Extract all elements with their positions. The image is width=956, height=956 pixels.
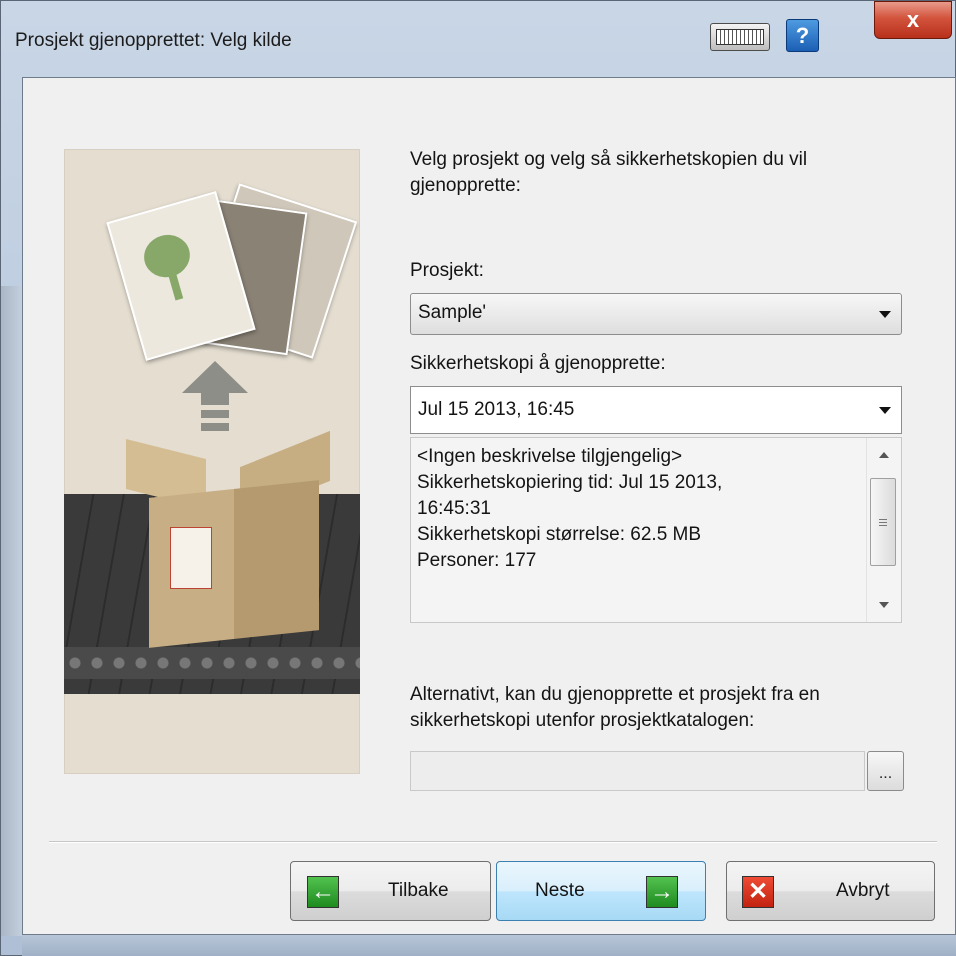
window-edge xyxy=(1,286,22,936)
backup-dropdown[interactable]: Jul 15 2013, 16:45 xyxy=(410,386,902,434)
up-arrow-icon xyxy=(182,361,248,393)
scroll-up-icon[interactable] xyxy=(879,452,889,458)
next-button[interactable]: Neste → xyxy=(496,861,706,921)
window-bottom-border xyxy=(22,935,956,956)
next-label: Neste xyxy=(535,880,585,901)
description-line: Sikkerhetskopiering tid: Jul 15 2013, xyxy=(417,472,723,493)
close-button[interactable]: x xyxy=(874,1,952,39)
project-dropdown[interactable]: Sample' xyxy=(410,293,902,335)
separator xyxy=(49,841,937,843)
scroll-down-icon[interactable] xyxy=(879,602,889,608)
arrow-left-icon: ← xyxy=(307,876,339,908)
back-label: Tilbake xyxy=(388,880,449,901)
tree-icon xyxy=(139,229,195,283)
arrow-right-icon: → xyxy=(646,876,678,908)
backup-description[interactable]: <Ingen beskrivelse tilgjengelig> Sikkerh… xyxy=(410,437,902,623)
help-button[interactable]: ? xyxy=(786,19,819,52)
cancel-label: Avbryt xyxy=(836,880,890,901)
description-line: 16:45:31 xyxy=(417,498,491,519)
chevron-down-icon xyxy=(879,407,891,414)
vertical-scrollbar[interactable] xyxy=(866,438,901,622)
backup-value: Jul 15 2013, 16:45 xyxy=(418,399,575,420)
backup-path-input[interactable] xyxy=(410,751,865,791)
dialog-window: Prosjekt gjenopprettet: Velg kilde ? x V… xyxy=(0,0,956,956)
conveyor-rail xyxy=(64,647,360,679)
description-line: Personer: 177 xyxy=(417,550,537,571)
intro-text: Velg prosjekt og velg så sikkerhetskopie… xyxy=(410,149,808,196)
browse-button[interactable]: ... xyxy=(867,751,904,791)
project-value: Sample' xyxy=(418,302,487,323)
description-text: <Ingen beskrivelse tilgjengelig> Sikkerh… xyxy=(417,444,867,574)
description-line: <Ingen beskrivelse tilgjengelig> xyxy=(417,446,683,467)
window-title: Prosjekt gjenopprettet: Velg kilde xyxy=(15,30,292,51)
back-button[interactable]: ← Tilbake xyxy=(290,861,491,921)
box-label xyxy=(170,527,212,589)
title-bar: Prosjekt gjenopprettet: Velg kilde ? x xyxy=(1,1,955,77)
scroll-thumb[interactable] xyxy=(870,478,896,566)
description-line: Sikkerhetskopi størrelse: 62.5 MB xyxy=(417,524,702,545)
project-label: Prosjekt: xyxy=(410,260,484,281)
keyboard-icon[interactable] xyxy=(710,23,770,51)
alternative-text: Alternativt, kan du gjenopprette et pros… xyxy=(410,684,820,731)
chevron-down-icon xyxy=(879,311,891,318)
backup-label: Sikkerhetskopi å gjenopprette: xyxy=(410,353,666,374)
x-icon: ✕ xyxy=(742,876,774,908)
grip-icon xyxy=(879,519,887,527)
cancel-button[interactable]: ✕ Avbryt xyxy=(726,861,935,921)
restore-illustration xyxy=(64,149,360,774)
